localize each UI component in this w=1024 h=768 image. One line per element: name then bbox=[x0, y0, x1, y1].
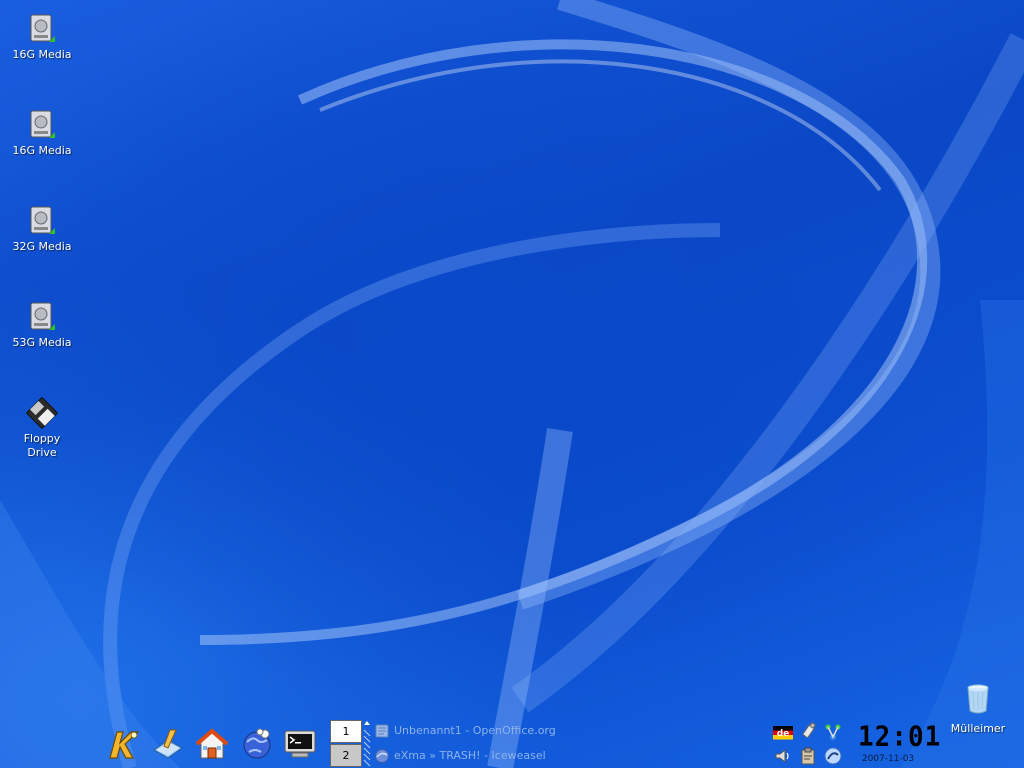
volume-icon bbox=[775, 748, 789, 764]
desktop[interactable]: 16G Media 16G Media 32G Media 53G Media bbox=[0, 0, 1024, 768]
panel-clock[interactable]: 12:01 bbox=[858, 721, 942, 753]
tray-klipper[interactable] bbox=[798, 746, 818, 766]
klipper-icon bbox=[801, 747, 815, 765]
browser-button[interactable] bbox=[239, 726, 275, 762]
desktop-icon-16g-media-1[interactable]: 16G Media bbox=[0, 12, 84, 62]
tray-network[interactable] bbox=[823, 722, 843, 742]
openoffice-icon bbox=[375, 724, 389, 738]
desktop-icon-floppy-drive[interactable]: Floppy Drive bbox=[0, 396, 84, 460]
pager-desktop-2[interactable]: 2 bbox=[330, 744, 362, 767]
flag-de-icon: de bbox=[773, 726, 793, 740]
hard-drive-icon bbox=[30, 206, 55, 234]
desktop-icon-label-line1: Floppy bbox=[23, 432, 61, 445]
hard-drive-icon bbox=[30, 302, 55, 330]
task-iceweasel[interactable]: eXma » TRASH! - Iceweasel bbox=[374, 745, 564, 767]
hard-drive-icon bbox=[30, 110, 55, 138]
kde-k-icon bbox=[109, 731, 140, 759]
clock-date: 2007-11-03 bbox=[861, 754, 915, 764]
desktop-icon-label: 32G Media bbox=[12, 240, 72, 253]
trash-icon bbox=[967, 684, 989, 714]
hard-drive-icon bbox=[30, 14, 55, 42]
home-icon bbox=[195, 728, 229, 759]
keyboard-layout-label: de bbox=[777, 729, 790, 739]
tray-updates[interactable] bbox=[823, 746, 843, 766]
desktop-icon-label: 16G Media bbox=[12, 144, 72, 157]
desktop-icon-label: 53G Media bbox=[12, 336, 72, 349]
network-icon bbox=[825, 724, 841, 740]
update-icon bbox=[824, 747, 842, 765]
desktop-pager: 1 2 bbox=[330, 720, 362, 768]
task-label: Unbenannt1 - OpenOffice.org bbox=[394, 724, 556, 737]
show-desktop-button[interactable] bbox=[150, 726, 186, 762]
kde-menu-button[interactable] bbox=[105, 726, 141, 762]
desktop-icon-label-line2: Drive bbox=[27, 446, 57, 459]
desktop-icon-label: 16G Media bbox=[12, 48, 72, 61]
wallpaper-swirl bbox=[0, 0, 1024, 768]
show-desktop-icon bbox=[153, 729, 183, 759]
taskbar-scroll-handle[interactable] bbox=[363, 720, 371, 768]
clock-time: 12:01 bbox=[858, 721, 942, 753]
terminal-button[interactable] bbox=[282, 726, 318, 762]
home-button[interactable] bbox=[194, 726, 230, 762]
tray-volume[interactable] bbox=[773, 746, 793, 766]
iceweasel-icon bbox=[375, 749, 389, 763]
usb-icon bbox=[802, 721, 817, 738]
desktop-icon-53g-media[interactable]: 53G Media bbox=[0, 300, 84, 350]
desktop-icon-32g-media[interactable]: 32G Media bbox=[0, 204, 84, 254]
keyboard-layout-indicator[interactable]: de bbox=[773, 723, 793, 743]
pager-desktop-1[interactable]: 1 bbox=[330, 720, 362, 743]
terminal-icon bbox=[284, 730, 316, 758]
task-openoffice[interactable]: Unbenannt1 - OpenOffice.org bbox=[374, 720, 564, 742]
desktop-icon-16g-media-2[interactable]: 16G Media bbox=[0, 108, 84, 158]
konqueror-globe-icon bbox=[243, 728, 271, 759]
task-label: eXma » TRASH! - Iceweasel bbox=[394, 749, 546, 762]
floppy-icon bbox=[26, 397, 58, 429]
tray-usb[interactable] bbox=[798, 721, 818, 742]
